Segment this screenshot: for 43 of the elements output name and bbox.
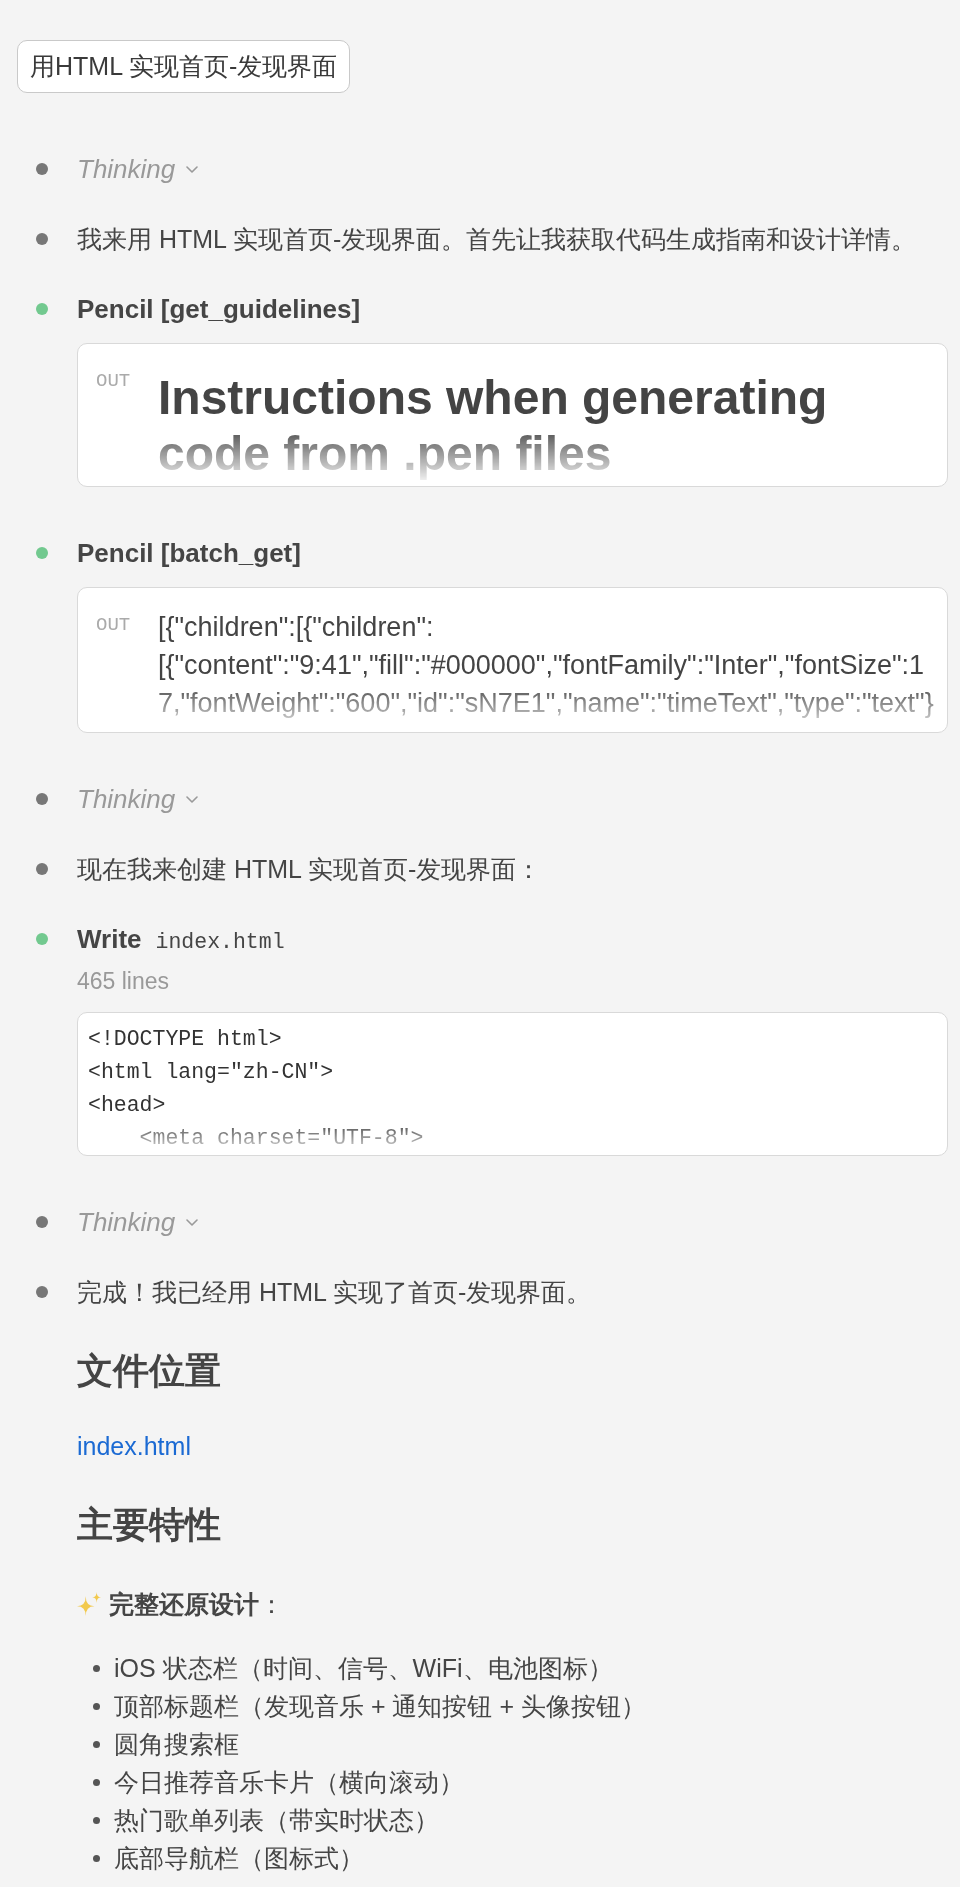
chevron-down-icon [186, 165, 199, 173]
list-item-text: 圆角搜索框 [114, 1729, 239, 1760]
code-line: <!DOCTYPE html> [88, 1026, 282, 1053]
bullet-icon [93, 1854, 100, 1862]
prompt-bubble: 用HTML 实现首页-发现界面 [17, 40, 351, 93]
list-item-text: 今日推荐音乐卡片（横向滚动） [114, 1767, 464, 1798]
bullet-icon [93, 1778, 100, 1786]
list-item-text: 顶部标题栏（发现音乐 + 通知按钮 + 头像按钮） [114, 1691, 646, 1722]
code-line: <head> [88, 1092, 166, 1119]
line-count: 465 lines [77, 967, 171, 996]
bullet-icon [93, 1740, 100, 1748]
chevron-down-icon [186, 1218, 199, 1226]
chevron-down-icon [186, 795, 199, 803]
code-line: <html lang="zh-CN"> [88, 1059, 334, 1086]
tool-title: Pencil [get_guidelines] [77, 293, 361, 326]
list-item-text: 底部导航栏（图标式） [114, 1843, 364, 1874]
message-text: 完成！我已经用 HTML 实现了首页-发现界面。 [77, 1277, 593, 1308]
thinking-toggle[interactable]: Thinking [77, 1204, 199, 1240]
tool-title: Pencil [batch_get] [77, 537, 301, 570]
section-heading: 文件位置 [77, 1349, 222, 1393]
output-heading: Instructions when generating [158, 370, 828, 426]
sparkle-icon [77, 1592, 101, 1616]
message-text: 现在我来创建 HTML 实现首页-发现界面： [77, 854, 543, 885]
list-item-text: iOS 状态栏（时间、信号、WiFi、电池图标） [114, 1653, 613, 1684]
bullet-icon [93, 1816, 100, 1824]
thinking-toggle[interactable]: Thinking [77, 151, 199, 187]
output-text: [{"children":[{"children": [158, 611, 434, 644]
bullet-icon [93, 1664, 100, 1672]
output-text: 7,"fontWeight":"600","id":"sN7E1","name":"timeText","type":"text"}, [158, 687, 942, 720]
output-text: [{"content":"9:41","fill":"#000000","fontFamily":"Inter","fontSize":1 [158, 649, 925, 682]
message-text: 我来用 HTML 实现首页-发现界面。首先让我获取代码生成指南和设计详情。 [77, 224, 918, 255]
bullet-icon [93, 1702, 100, 1710]
output-label: OUT [96, 613, 132, 637]
section-heading: 主要特性 [77, 1503, 222, 1547]
file-name: index.html [155, 929, 285, 956]
thinking-toggle[interactable]: Thinking [77, 781, 199, 817]
file-link[interactable]: index.html [77, 1428, 191, 1464]
output-label: OUT [96, 369, 132, 393]
output-heading: code from .pen files [158, 426, 612, 482]
code-line: <meta charset="UTF-8"> [138, 1125, 424, 1152]
tool-title: Write [77, 923, 142, 956]
list-item-text: 热门歌单列表（带实时状态） [114, 1805, 439, 1836]
note-text: 完整还原设计： [109, 1589, 284, 1620]
